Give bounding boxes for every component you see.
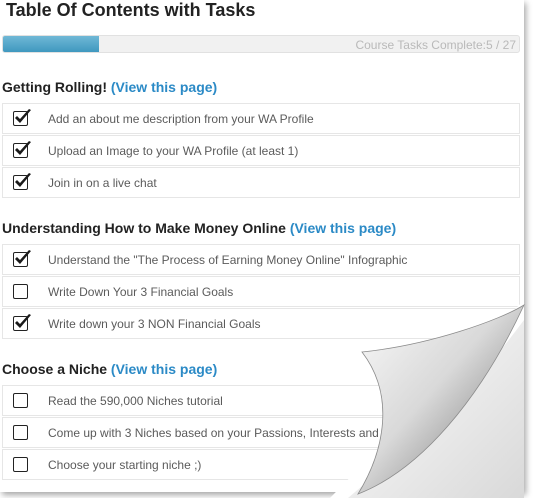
page-curl-effect [330,300,525,498]
